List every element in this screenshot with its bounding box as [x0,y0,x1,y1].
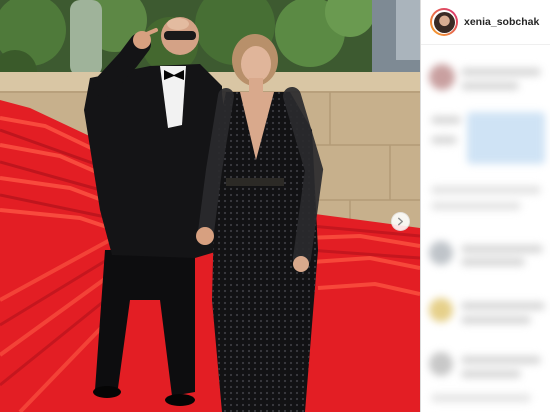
comment-line [461,302,545,310]
comment-line [461,370,521,378]
held-hands [196,227,214,245]
comment-line [461,68,541,76]
avatar-photo [433,11,455,33]
sunglasses [164,31,196,40]
post-header: xenia_sobchak [421,0,550,45]
comment-line [461,316,531,324]
post-photo[interactable] [0,0,420,412]
comment-line [461,245,543,253]
username-link[interactable]: xenia_sobchak [464,16,539,28]
comment-line [461,258,525,266]
comment-avatar [429,241,453,265]
carousel-next-button[interactable] [391,212,410,231]
comment-line [431,186,541,194]
comment-avatar [429,352,453,376]
chevron-right-icon [397,217,404,226]
comment-line [431,202,521,210]
post-sidebar: xenia_sobchak [420,0,550,412]
dress-belt [226,178,284,186]
comment-line [461,356,541,364]
comment-line [431,136,457,144]
profile-avatar[interactable] [430,8,458,36]
comment-line [431,394,531,402]
comment-avatar [429,298,453,322]
comment-line [461,82,519,90]
comment-avatar [429,64,455,90]
blurred-comments [421,46,550,412]
background-guest [70,0,102,76]
comment-line [431,116,461,124]
comment-image [467,112,545,164]
red-carpet-scene [0,0,420,412]
